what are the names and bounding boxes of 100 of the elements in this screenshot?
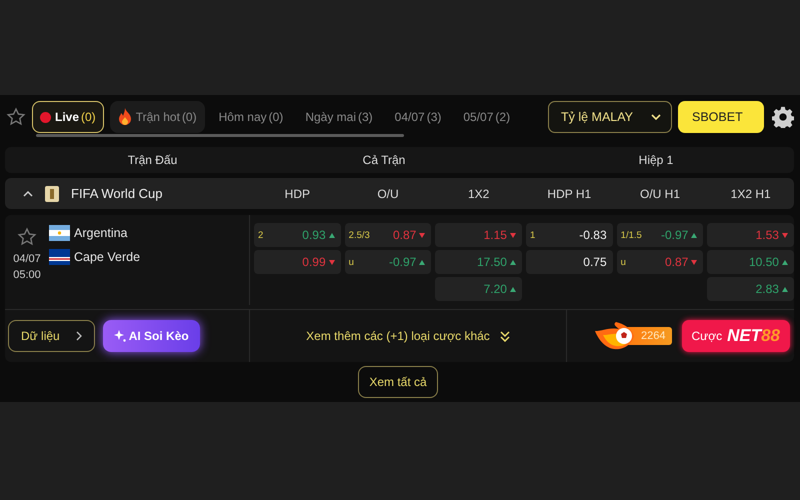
trend-up-icon	[510, 286, 516, 292]
market-header: O/U	[377, 186, 399, 200]
tab[interactable]: Trận hot (0)	[110, 101, 205, 133]
match-time: 05:00	[13, 268, 41, 283]
team-name: Argentina	[74, 226, 128, 240]
flag-icon	[49, 225, 70, 241]
more-bets-link[interactable]: Xem thêm các (+1) loại cược khác	[250, 328, 566, 344]
odds-value: 0.87	[392, 228, 416, 242]
trend-up-icon	[782, 260, 788, 264]
star-icon[interactable]	[6, 107, 26, 127]
trend-up-icon	[691, 232, 698, 238]
odds-value: 0.75	[583, 255, 607, 269]
chevron-right-icon	[76, 331, 82, 341]
market-header: 1X2 H1	[730, 186, 771, 200]
handicap-line: 1/1.5	[620, 230, 642, 240]
handicap-line: 2.5/3	[348, 230, 370, 240]
tab-label: Ngày mai	[305, 110, 356, 124]
odds-value: 1.53	[756, 228, 779, 242]
market-header: 1X2	[468, 186, 490, 200]
tab[interactable]: 04/07 (3)	[386, 101, 450, 133]
league-bar[interactable]: FIFA World Cup HDP O/U 1X2 HDP H1 O/U H1 1X2 H1	[5, 178, 794, 209]
trend-up-icon	[419, 260, 426, 264]
trend-down-icon	[419, 232, 426, 238]
sparkle-icon	[114, 330, 126, 342]
odds-value: 10.50	[748, 255, 779, 269]
tab-label: Live	[55, 110, 80, 124]
tab-label: 04/07	[394, 110, 425, 124]
trend-down-icon	[782, 232, 788, 238]
ai-button[interactable]: AI Soi Kèo	[102, 320, 200, 352]
flame-icon	[118, 108, 132, 126]
star-icon[interactable]	[17, 227, 37, 247]
chevron-down-icon	[651, 114, 661, 120]
scrollbar[interactable]	[36, 134, 404, 137]
odds-value: 0.93	[302, 228, 326, 242]
trophy-icon	[45, 186, 59, 202]
handicap-line: u	[348, 256, 354, 268]
trend-up-icon	[782, 286, 788, 292]
handicap-line: 2	[258, 230, 264, 240]
odds-cell[interactable]: 10.50	[707, 250, 794, 274]
odds-cell[interactable]: 2.83	[707, 277, 794, 301]
tab-count: (0)	[81, 110, 96, 124]
tab-count: (0)	[268, 110, 284, 124]
trend-down-icon	[510, 232, 516, 238]
odds-cell[interactable]: 0.99	[254, 250, 341, 274]
odds-cell[interactable]: 2 0.93	[254, 223, 341, 247]
odds-value: 7.20	[484, 282, 507, 296]
handicap-line: u	[620, 256, 626, 268]
tab[interactable]: 05/07 (2)	[455, 101, 518, 133]
trend-down-icon	[691, 260, 698, 264]
odds-format-dropdown[interactable]: Tỷ lệ MALAY	[548, 101, 672, 133]
odds-value: 17.50	[476, 255, 507, 269]
odds-cell[interactable]: 0.75	[526, 250, 613, 274]
bookmaker-dropdown[interactable]: SBOBET	[678, 101, 764, 133]
market-header: O/U H1	[640, 186, 680, 200]
odds-cell[interactable]: 7.20	[435, 277, 522, 301]
double-chevron-icon	[500, 330, 510, 342]
tab[interactable]: Ngày mai (3)	[297, 101, 381, 133]
match-date: 04/07	[13, 252, 41, 267]
tab[interactable]: Hôm nay (0)	[210, 101, 292, 133]
market-header: HDP H1	[547, 186, 592, 200]
live-dot-icon	[40, 112, 51, 122]
tab[interactable]: Live (0)	[32, 101, 104, 133]
tab-label: 05/07	[463, 110, 494, 124]
odds-cell[interactable]: 1.15	[435, 223, 522, 247]
odds-value: -0.97	[660, 228, 688, 242]
handicap-line: 1	[530, 230, 536, 240]
view-all-button[interactable]: Xem tất cả	[358, 366, 438, 398]
tab-label: Hôm nay	[218, 110, 267, 124]
odds-cell[interactable]: 1.53	[707, 223, 794, 247]
stats-button[interactable]: Dữ liệu	[8, 320, 95, 352]
trend-up-icon	[510, 260, 516, 264]
odds-cell[interactable]: 2.5/3 0.87	[344, 223, 432, 247]
trend-down-icon	[328, 260, 335, 264]
team-name: Cape Verde	[74, 250, 140, 264]
league-name: FIFA World Cup	[71, 186, 163, 201]
bet-button[interactable]: Cược NET88	[682, 320, 790, 352]
odds-value: 0.99	[302, 255, 326, 269]
odds-cell[interactable]: u -0.97	[344, 250, 432, 274]
settings-icon[interactable]	[772, 106, 794, 128]
odds-value: -0.97	[388, 255, 416, 269]
column-header: Cả Trận	[362, 153, 406, 167]
trend-up-icon	[328, 232, 335, 238]
tab-label: Trận hot	[136, 110, 180, 124]
column-header: Hiệp 1	[638, 153, 674, 167]
tab-count: (0)	[182, 110, 197, 124]
odds-cell[interactable]: u 0.87	[616, 250, 704, 274]
odds-value: 2.83	[756, 282, 779, 296]
odds-value: 0.87	[664, 255, 688, 269]
odds-cell[interactable]: 1/1.5 -0.97	[616, 223, 704, 247]
odds-cell[interactable]: 1 -0.83	[526, 223, 613, 247]
odds-value: 1.15	[484, 228, 507, 242]
flag-icon	[49, 249, 70, 265]
tab-count: (3)	[358, 110, 373, 124]
odds-cell[interactable]: 17.50	[435, 250, 522, 274]
market-header: HDP	[284, 186, 310, 200]
caret-icon[interactable]	[23, 190, 33, 197]
column-header: Trận Đấu	[128, 153, 178, 167]
tab-count: (2)	[495, 110, 510, 124]
odds-value: -0.83	[579, 228, 607, 242]
tab-count: (3)	[426, 110, 442, 124]
